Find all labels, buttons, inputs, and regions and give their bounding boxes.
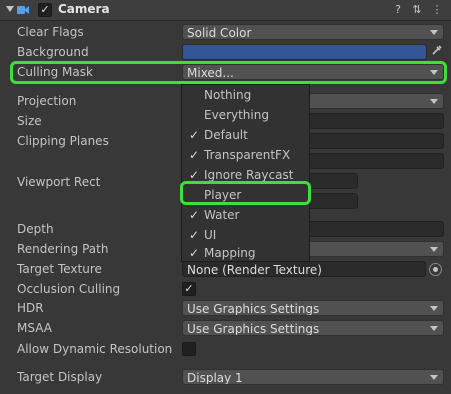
- size-label: Size: [17, 114, 42, 128]
- hdr-value: Use Graphics Settings: [187, 302, 320, 316]
- layer-option-water[interactable]: ✓ Water: [182, 205, 309, 225]
- target-display-dropdown[interactable]: Display 1: [182, 369, 444, 385]
- chevron-down-icon: [430, 99, 438, 104]
- viewport-rect-label: Viewport Rect: [17, 175, 101, 189]
- msaa-dropdown[interactable]: Use Graphics Settings: [182, 320, 444, 336]
- clear-flags-label: Clear Flags: [17, 25, 84, 39]
- object-picker-icon[interactable]: [429, 263, 442, 276]
- player-option-highlight: [180, 181, 311, 205]
- chevron-down-icon: [430, 30, 438, 35]
- occlusion-culling-label: Occlusion Culling: [17, 282, 121, 296]
- chevron-down-icon: [430, 375, 438, 380]
- layer-option-label: Mapping: [204, 246, 256, 260]
- eyedropper-icon[interactable]: [430, 44, 444, 58]
- hdr-dropdown[interactable]: Use Graphics Settings: [182, 300, 444, 316]
- check-icon: ✓: [188, 208, 200, 222]
- layer-option-ui[interactable]: ✓ UI: [182, 225, 309, 245]
- msaa-label: MSAA: [17, 321, 52, 335]
- layer-option-everything[interactable]: Everything: [182, 105, 309, 125]
- foldout-arrow-icon[interactable]: [6, 6, 14, 12]
- layer-option-label: Nothing: [204, 88, 252, 102]
- layer-option-label: Everything: [204, 108, 269, 122]
- occlusion-culling-checkbox[interactable]: ✓: [182, 282, 196, 296]
- rendering-path-label: Rendering Path: [17, 242, 109, 256]
- layer-option-label: Default: [204, 128, 248, 142]
- layer-option-nothing[interactable]: Nothing: [182, 85, 309, 105]
- layer-option-label: UI: [204, 228, 217, 242]
- check-icon: ✓: [188, 228, 200, 242]
- target-texture-value: None (Render Texture): [187, 263, 322, 277]
- chevron-down-icon: [430, 247, 438, 252]
- layer-option-mapping[interactable]: ✓ Mapping: [182, 245, 309, 261]
- presets-icon[interactable]: ⇅: [410, 3, 424, 17]
- chevron-down-icon: [430, 326, 438, 331]
- component-header: ✓ Camera ? ⇅ ⋮: [0, 0, 451, 21]
- check-icon: ✓: [188, 128, 200, 142]
- layer-option-label: Water: [204, 208, 240, 222]
- clear-flags-value: Solid Color: [187, 26, 252, 40]
- allow-dynamic-resolution-label: Allow Dynamic Resolution: [17, 342, 173, 356]
- component-enabled-checkbox[interactable]: ✓: [38, 3, 52, 17]
- camera-icon: [17, 6, 29, 14]
- layer-option-default[interactable]: ✓ Default: [182, 125, 309, 145]
- layer-option-transparentfx[interactable]: ✓ TransparentFX: [182, 145, 309, 165]
- target-texture-label: Target Texture: [17, 262, 102, 276]
- check-icon: ✓: [188, 148, 200, 162]
- allow-dynamic-resolution-checkbox[interactable]: [182, 342, 196, 356]
- msaa-value: Use Graphics Settings: [187, 322, 320, 336]
- chevron-down-icon: [430, 306, 438, 311]
- clear-flags-dropdown[interactable]: Solid Color: [182, 24, 444, 40]
- target-display-label: Target Display: [17, 370, 103, 384]
- target-texture-field[interactable]: None (Render Texture): [182, 261, 426, 277]
- depth-label: Depth: [17, 222, 54, 236]
- background-label: Background: [17, 45, 89, 59]
- component-title: Camera: [58, 2, 110, 16]
- context-menu-icon[interactable]: ⋮: [430, 3, 444, 17]
- culling-mask-popup: Nothing Everything ✓ Default ✓ Transpare…: [181, 84, 310, 262]
- help-icon[interactable]: ?: [391, 3, 405, 17]
- clipping-planes-label: Clipping Planes: [17, 134, 109, 148]
- culling-mask-highlight: [10, 61, 447, 84]
- hdr-label: HDR: [17, 301, 44, 315]
- projection-label: Projection: [17, 94, 77, 108]
- check-icon: ✓: [188, 246, 200, 260]
- layer-option-label: TransparentFX: [204, 148, 291, 162]
- target-display-value: Display 1: [187, 371, 243, 385]
- background-color-field[interactable]: [182, 44, 427, 60]
